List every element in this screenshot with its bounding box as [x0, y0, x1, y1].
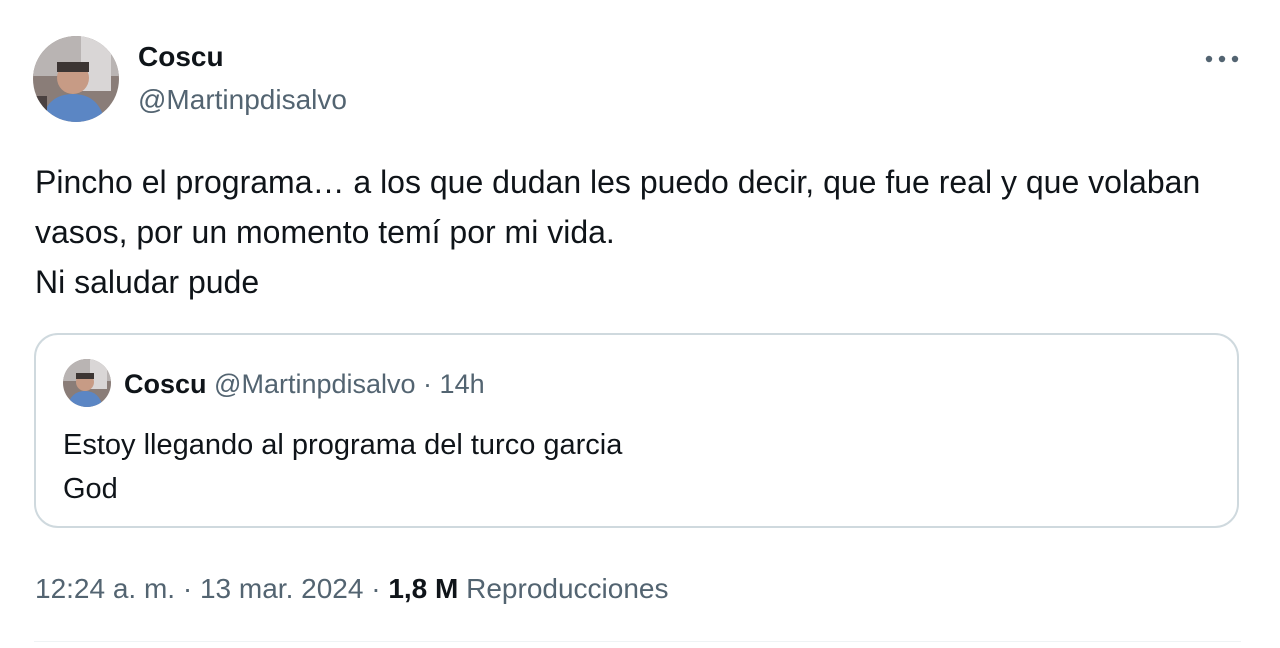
quoted-tweet[interactable]: Coscu @Martinpdisalvo · 14h Estoy llegan… [34, 333, 1239, 528]
avatar-photo [33, 36, 119, 122]
author-display-name[interactable]: Coscu [138, 40, 347, 74]
tweet-text: Pincho el programa… a los que dudan les … [35, 164, 1201, 300]
more-options-button[interactable] [1200, 46, 1244, 72]
tweet-date[interactable]: 13 mar. 2024 [200, 573, 363, 604]
quoted-tweet-header: Coscu @Martinpdisalvo · 14h [124, 368, 485, 400]
meta-separator: · [175, 573, 200, 604]
tweet-metadata: 12:24 a. m. · 13 mar. 2024 · 1,8 M Repro… [35, 572, 668, 606]
views-label: Reproducciones [466, 573, 669, 604]
quoted-tweet-text: Estoy llegando al programa del turco gar… [63, 429, 623, 505]
quoted-author-name: Coscu [124, 369, 207, 399]
author-info: Coscu @Martinpdisalvo [138, 40, 347, 117]
author-avatar[interactable] [33, 36, 119, 122]
quoted-author-avatar [63, 359, 111, 407]
quoted-header-separator: · [415, 369, 440, 399]
quoted-tweet-time: 14h [439, 369, 485, 399]
quoted-avatar-photo [63, 359, 111, 407]
quoted-author-handle: @Martinpdisalvo [214, 369, 416, 399]
author-handle[interactable]: @Martinpdisalvo [138, 83, 347, 117]
more-horizontal-icon [1205, 55, 1239, 63]
tweet-card: Coscu @Martinpdisalvo Pincho el programa… [0, 0, 1280, 648]
divider [34, 641, 1241, 642]
meta-separator-2: · [363, 573, 389, 604]
views-count: 1,8 M [388, 573, 459, 604]
tweet-time[interactable]: 12:24 a. m. [35, 573, 175, 604]
